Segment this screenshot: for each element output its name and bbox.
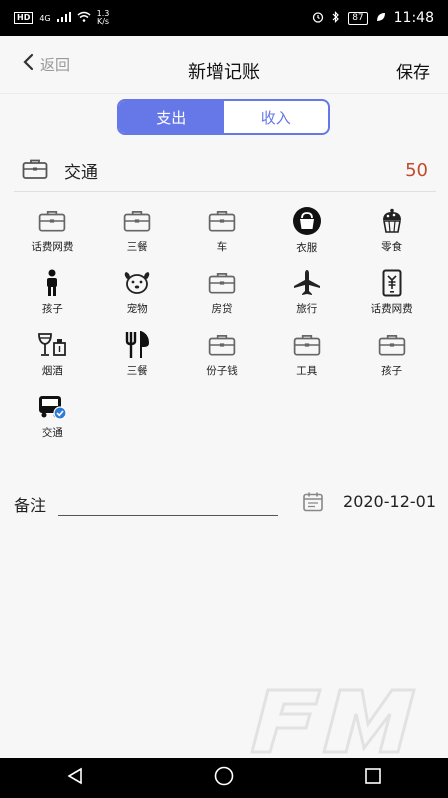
status-right: 87 11:48: [312, 10, 434, 26]
bag-icon: [292, 206, 322, 236]
nav-home-button[interactable]: [204, 758, 244, 798]
briefcase-icon: [292, 330, 322, 359]
category-item[interactable]: 旅行: [264, 268, 349, 316]
category-label: 烟酒: [41, 365, 63, 377]
leaf-icon: [376, 11, 386, 25]
tab-income[interactable]: 收入: [224, 101, 329, 133]
type-segmented-control: 支出 收入: [117, 99, 330, 135]
category-label: 旅行: [296, 303, 318, 315]
category-item[interactable]: 车: [180, 206, 265, 254]
note-input[interactable]: [58, 490, 278, 516]
phone-yen-icon: [377, 268, 407, 297]
wifi-icon: [77, 11, 91, 25]
triangle-back-icon: [66, 767, 84, 789]
status-left: HD 4G 1.3 K/s: [14, 10, 312, 26]
child-icon: [37, 268, 67, 297]
bluetooth-icon: [332, 10, 340, 26]
category-label: 宠物: [126, 303, 148, 315]
amount-display[interactable]: 50: [405, 160, 428, 181]
category-item-selected[interactable]: 交通: [10, 392, 95, 440]
briefcase-icon: [207, 206, 237, 235]
alarm-icon: [312, 11, 324, 26]
category-item[interactable]: 份子钱: [180, 330, 265, 378]
watermark-logo: [250, 686, 440, 756]
back-button[interactable]: 返回: [22, 53, 70, 75]
calendar-icon[interactable]: [302, 491, 324, 517]
cupcake-icon: [377, 206, 407, 235]
network-speed: 1.3 K/s: [97, 10, 110, 26]
briefcase-icon: [37, 206, 67, 235]
category-label: 房贷: [211, 303, 233, 315]
briefcase-icon: [377, 330, 407, 359]
tab-expense[interactable]: 支出: [119, 101, 224, 133]
app-header: 返回 新增记账 保存: [0, 36, 448, 94]
category-label: 三餐: [126, 365, 148, 377]
category-item[interactable]: 孩子: [10, 268, 95, 316]
save-button[interactable]: 保存: [396, 58, 430, 83]
fork-knife-icon: [122, 330, 152, 359]
briefcase-icon: [22, 158, 48, 184]
selected-category-row: 交通 50: [14, 150, 436, 192]
note-date-row: 备注 2020-12-01: [14, 486, 436, 518]
category-item[interactable]: 话费网费: [349, 268, 434, 316]
circle-home-icon: [214, 766, 234, 790]
category-label: 衣服: [296, 242, 318, 254]
hd-badge: HD: [14, 12, 34, 24]
dog-icon: [122, 268, 152, 297]
category-label: 工具: [296, 365, 318, 377]
system-navigation-bar: [0, 758, 448, 798]
category-label: 话费网费: [370, 303, 413, 315]
category-item[interactable]: 话费网费: [10, 206, 95, 254]
category-label: 交通: [41, 427, 63, 439]
category-item[interactable]: 三餐: [95, 206, 180, 254]
category-label: 份子钱: [206, 365, 238, 377]
category-item[interactable]: 三餐: [95, 330, 180, 378]
category-label: 话费网费: [31, 241, 74, 253]
airplane-icon: [292, 268, 322, 297]
category-label: 孩子: [41, 303, 63, 315]
square-recents-icon: [364, 767, 382, 789]
chevron-left-icon: [22, 53, 34, 75]
briefcase-icon: [122, 206, 152, 235]
speed-unit: K/s: [96, 17, 110, 26]
category-item[interactable]: 房贷: [180, 268, 265, 316]
category-label: 零食: [381, 241, 403, 253]
bus-check-icon: [37, 392, 67, 421]
category-label: 车: [216, 241, 228, 253]
briefcase-icon: [207, 330, 237, 359]
category-label: 三餐: [126, 241, 148, 253]
category-item[interactable]: 烟酒: [10, 330, 95, 378]
wine-icon: [37, 330, 67, 359]
category-grid: 话费网费 三餐 车 衣服 零食 孩子 宠物 房贷 旅行 话费网费 烟酒 三餐 份…: [10, 206, 434, 440]
category-label: 孩子: [381, 365, 403, 377]
clock: 11:48: [393, 10, 434, 26]
category-item[interactable]: 工具: [264, 330, 349, 378]
back-label: 返回: [40, 55, 71, 74]
briefcase-icon: [207, 268, 237, 297]
category-item[interactable]: 宠物: [95, 268, 180, 316]
network-type: 4G: [39, 13, 51, 23]
status-bar: HD 4G 1.3 K/s 87 11:48: [0, 0, 448, 36]
category-item[interactable]: 衣服: [264, 206, 349, 254]
note-label: 备注: [14, 496, 47, 515]
nav-back-button[interactable]: [55, 758, 95, 798]
nav-recents-button[interactable]: [353, 758, 393, 798]
signal-icon: [56, 11, 71, 25]
category-item[interactable]: 零食: [349, 206, 434, 254]
selected-category-label: 交通: [64, 163, 98, 183]
category-item[interactable]: 孩子: [349, 330, 434, 378]
date-value[interactable]: 2020-12-01: [343, 492, 436, 511]
battery-indicator: 87: [348, 11, 368, 25]
